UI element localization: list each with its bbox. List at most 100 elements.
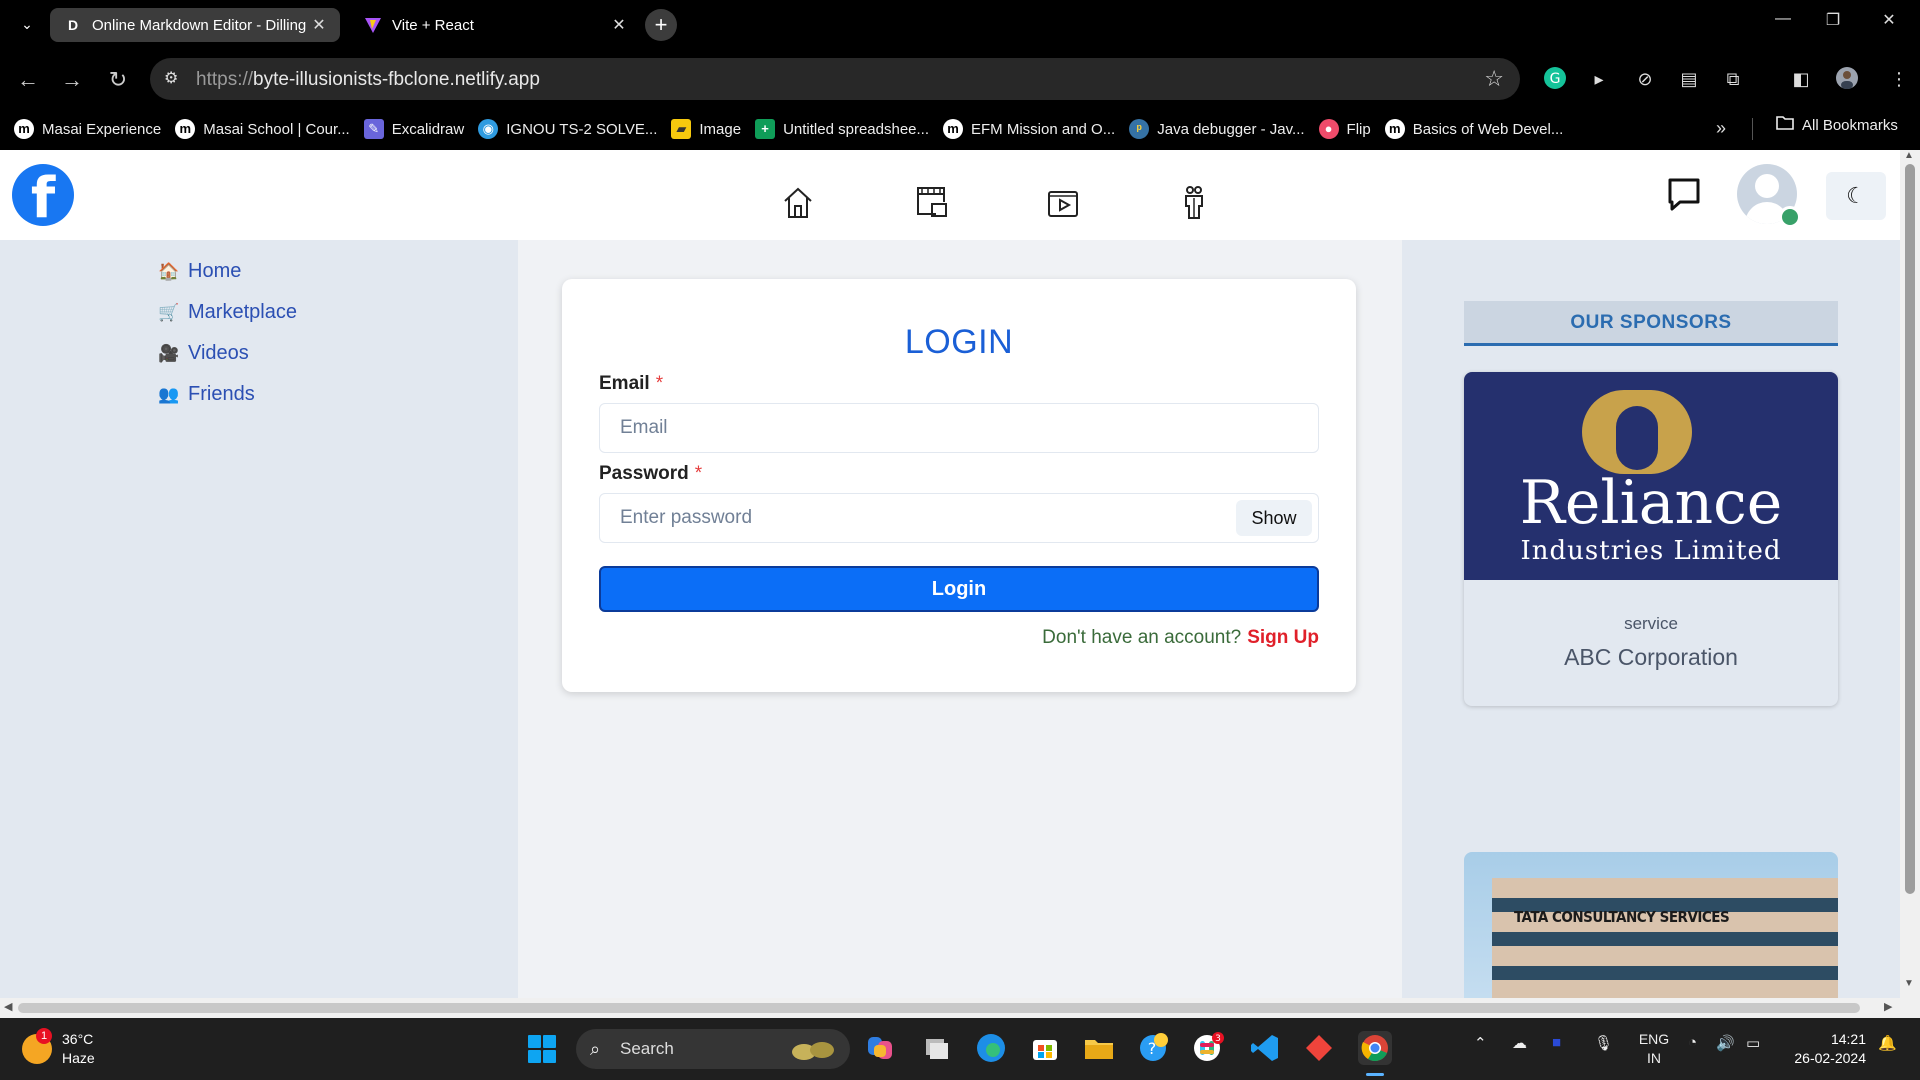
language-indicator[interactable]: ENG IN (1634, 1030, 1674, 1068)
bookmark-image[interactable]: ▰ Image (671, 119, 741, 139)
scroll-thumb[interactable] (18, 1003, 1860, 1013)
friends-icon: 👥 (158, 384, 180, 404)
browser-menu-icon[interactable]: ⋮ (1886, 66, 1912, 92)
sign-up-link[interactable]: Sign Up (1247, 627, 1319, 648)
friends-nav-icon[interactable] (1176, 184, 1212, 220)
sidebar-item-home[interactable]: 🏠 Home (158, 260, 241, 283)
reload-icon[interactable]: ↻ (104, 66, 132, 94)
windows-start-icon[interactable] (528, 1035, 556, 1063)
tab-vite-react[interactable]: Vite + React ✕ (350, 8, 640, 42)
bookmark-flip[interactable]: ● Flip (1318, 119, 1371, 139)
sidebar-item-marketplace[interactable]: 🛒 Marketplace (158, 301, 297, 324)
dark-mode-toggle-button[interactable]: ☾ (1826, 172, 1886, 220)
scroll-right-icon[interactable]: ▶ (1884, 1000, 1892, 1013)
show-password-button[interactable]: Show (1236, 500, 1312, 536)
masai-icon: m (175, 119, 196, 139)
onedrive-icon[interactable]: ☁ (1512, 1034, 1527, 1052)
password-field[interactable]: Enter password Show (599, 493, 1319, 543)
microsoft-store-icon[interactable] (1028, 1031, 1062, 1065)
taskbar-search[interactable]: ⌕ Search (576, 1029, 850, 1069)
site-info-icon[interactable]: ⚙ (164, 68, 178, 88)
notifications-bell-icon[interactable]: 🔔 (1878, 1034, 1897, 1052)
scroll-left-icon[interactable]: ◀ (4, 1000, 12, 1013)
battery-icon[interactable]: ▭ (1746, 1034, 1760, 1052)
extension-icon[interactable]: ▸ (1586, 66, 1612, 92)
all-bookmarks-button[interactable]: All Bookmarks (1776, 116, 1898, 134)
address-bar[interactable]: ⚙ https://byte-illusionists-fbclone.netl… (150, 58, 1520, 100)
home-nav-icon[interactable] (780, 184, 816, 220)
more-bookmarks-chevron-icon[interactable]: » (1716, 118, 1726, 139)
sponsor-name: ABC Corporation (1564, 644, 1738, 670)
show-hidden-icons-chevron[interactable]: ⌃ (1474, 1034, 1487, 1052)
moon-icon: ☾ (1846, 183, 1866, 208)
copilot-icon[interactable] (864, 1031, 898, 1065)
chrome-icon[interactable] (1358, 1031, 1392, 1076)
forward-icon[interactable]: → (58, 66, 86, 94)
grammarly-icon[interactable]: G (1542, 66, 1568, 92)
bookmark-spreadsheet[interactable]: + Untitled spreadshee... (755, 119, 929, 139)
app-tray-icon[interactable]: ■ (1552, 1034, 1561, 1051)
facebook-logo[interactable]: f (12, 164, 74, 231)
signup-prompt: Don't have an account? Sign Up (1042, 627, 1319, 648)
scroll-up-icon[interactable]: ▲ (1904, 150, 1914, 161)
bookmark-ignou[interactable]: ◉ IGNOU TS-2 SOLVE... (478, 119, 657, 139)
slack-icon[interactable]: 3 (1190, 1031, 1224, 1065)
flip-icon: ● (1318, 119, 1339, 139)
sponsor-card[interactable]: Reliance Industries Limited service ABC … (1464, 372, 1838, 706)
bookmark-star-icon[interactable]: ☆ (1484, 66, 1504, 92)
close-tab-icon[interactable]: ✕ (306, 15, 332, 35)
microphone-icon[interactable]: 🎙 (1594, 1034, 1613, 1052)
bookmark-efm-mission[interactable]: m EFM Mission and O... (943, 119, 1115, 139)
anydesk-icon[interactable] (1302, 1031, 1336, 1065)
messenger-icon[interactable] (1666, 176, 1702, 212)
bookmark-java-debugger[interactable]: ᵖ Java debugger - Jav... (1129, 119, 1305, 139)
videos-nav-icon[interactable] (1045, 184, 1081, 220)
profile-avatar[interactable] (1834, 66, 1860, 92)
bookmark-masai-school[interactable]: m Masai School | Cour... (175, 119, 350, 139)
sponsor-card-tcs[interactable]: TATA CONSULTANCY SERVICES (1464, 852, 1838, 1018)
edge-icon[interactable] (974, 1031, 1008, 1065)
bookmark-masai-experience[interactable]: m Masai Experience (14, 119, 161, 139)
weather-widget[interactable]: 1 36°C Haze (22, 1028, 95, 1068)
scroll-thumb[interactable] (1905, 164, 1915, 894)
reliance-wordmark: Reliance (1519, 468, 1783, 538)
required-mark: * (655, 373, 664, 394)
minimize-icon[interactable]: — (1760, 10, 1806, 28)
vertical-scrollbar[interactable]: ▲ ▼ (1900, 150, 1920, 1018)
wifi-icon[interactable]: ◔ (1688, 1034, 1697, 1051)
close-tab-icon[interactable]: ✕ (606, 15, 632, 35)
password-label: Password * (599, 463, 703, 484)
cart-icon: 🛒 (158, 302, 180, 322)
vscode-icon[interactable] (1248, 1031, 1282, 1065)
reliance-subtitle: Industries Limited (1520, 536, 1782, 566)
ignou-icon: ◉ (478, 119, 499, 139)
bookmark-excalidraw[interactable]: ✎ Excalidraw (363, 119, 464, 139)
close-window-icon[interactable]: ✕ (1866, 10, 1912, 30)
docs-icon[interactable]: ▤ (1676, 66, 1702, 92)
login-button[interactable]: Login (599, 566, 1319, 612)
sidebar-item-videos[interactable]: 🎥 Videos (158, 342, 249, 365)
compass-icon[interactable]: ⊘ (1632, 66, 1658, 92)
horizontal-scrollbar[interactable]: ◀ ▶ (0, 998, 1900, 1018)
side-panel-icon[interactable]: ◧ (1788, 66, 1814, 92)
url-text: https://byte-illusionists-fbclone.netlif… (196, 69, 540, 90)
new-tab-button[interactable]: + (645, 9, 677, 41)
email-field[interactable]: Email (599, 403, 1319, 453)
login-card: LOGIN Email * Email Password * Enter passw… (562, 279, 1356, 692)
scroll-down-icon[interactable]: ▼ (1904, 978, 1914, 989)
marketplace-nav-icon[interactable] (914, 184, 950, 220)
task-view-icon[interactable] (920, 1031, 954, 1065)
sheets-icon: + (755, 119, 776, 139)
image-icon: ▰ (671, 119, 692, 139)
file-explorer-icon[interactable] (1082, 1031, 1116, 1065)
sidebar-item-friends[interactable]: 👥 Friends (158, 383, 255, 406)
help-app-icon[interactable]: ? (1136, 1031, 1170, 1065)
tab-search-button[interactable]: ⌄ (16, 12, 38, 36)
back-icon[interactable]: ← (14, 66, 42, 94)
tab-markdown-editor[interactable]: D Online Markdown Editor - Dillinger ✕ (50, 8, 340, 42)
restore-icon[interactable]: ❐ (1810, 10, 1856, 30)
extensions-puzzle-icon[interactable]: ⧉ (1720, 66, 1746, 92)
volume-icon[interactable]: 🔊 (1716, 1034, 1735, 1052)
system-clock[interactable]: 14:21 26-02-2024 (1786, 1030, 1866, 1068)
bookmark-web-dev[interactable]: m Basics of Web Devel... (1384, 119, 1563, 139)
